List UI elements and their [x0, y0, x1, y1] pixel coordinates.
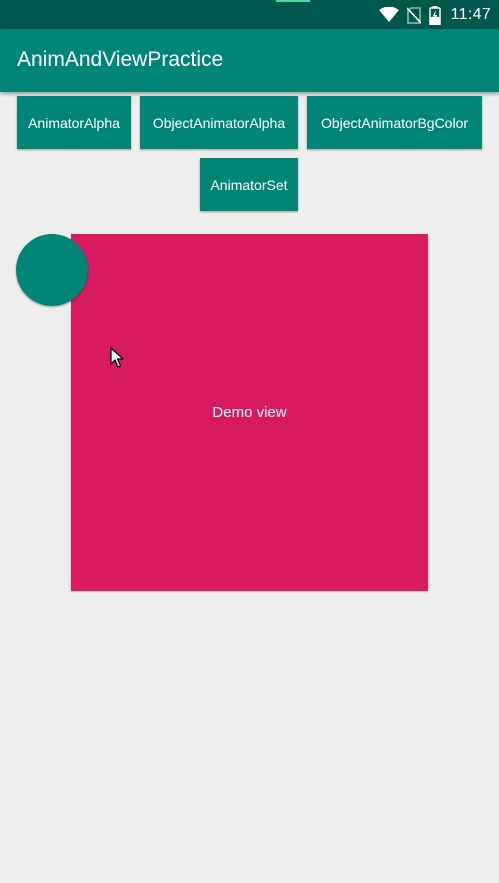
status-bar: 11:47 [0, 0, 499, 29]
animated-circle [16, 234, 88, 306]
animator-set-button[interactable]: AnimatorSet [200, 158, 298, 211]
object-animator-alpha-button[interactable]: ObjectAnimatorAlpha [140, 96, 298, 149]
wifi-icon [378, 7, 399, 23]
battery-charging-icon [428, 5, 441, 25]
clock: 11:47 [450, 6, 491, 23]
notification-indicator [276, 0, 310, 2]
app-title: AnimAndViewPractice [17, 48, 224, 71]
no-sim-icon [406, 6, 421, 24]
app-bar: AnimAndViewPractice [0, 29, 499, 92]
status-icons: 11:47 [378, 4, 491, 26]
demo-view-label: Demo view [212, 404, 287, 421]
animator-alpha-button[interactable]: AnimatorAlpha [17, 96, 131, 149]
demo-view[interactable]: Demo view [71, 234, 428, 591]
object-animator-bg-color-button[interactable]: ObjectAnimatorBgColor [307, 96, 482, 149]
mouse-cursor-icon [110, 347, 124, 374]
